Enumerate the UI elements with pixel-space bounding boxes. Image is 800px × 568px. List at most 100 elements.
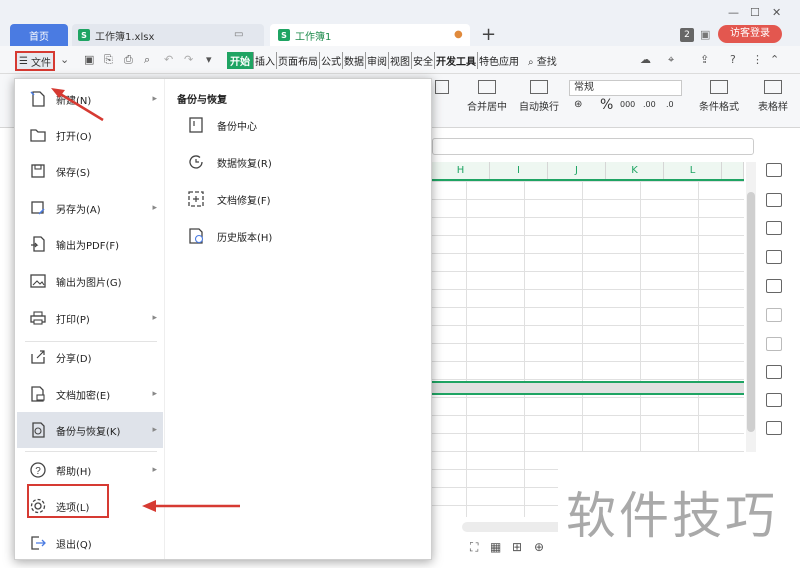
menu-item-share[interactable]: 分享(D) — [17, 339, 163, 375]
tab-security[interactable]: 安全 — [412, 52, 435, 69]
redo-icon[interactable]: ↷ — [184, 53, 193, 66]
tab-data[interactable]: 数据 — [343, 52, 366, 69]
column-header-h[interactable]: H — [432, 162, 490, 179]
submenu-backup-center-label: 备份中心 — [217, 121, 257, 133]
maximize-icon[interactable]: ☐ — [750, 6, 760, 19]
column-header-j[interactable]: J — [548, 162, 606, 179]
search-button[interactable]: ⌕ 查找 — [528, 53, 557, 68]
undo-icon[interactable]: ↶ — [164, 53, 173, 66]
print-quick-icon[interactable]: ⎙ — [124, 53, 133, 67]
menu-item-print-label: 打印(P) — [56, 314, 90, 326]
save-icon — [29, 162, 47, 180]
submenu-data-recovery-label: 数据恢复(R) — [217, 158, 272, 170]
menu-item-backup[interactable]: 备份与恢复(K) ▸ — [17, 412, 163, 448]
number-format-select[interactable]: 常规 — [569, 80, 682, 96]
minimize-icon[interactable]: — — [728, 6, 739, 19]
menu-item-help[interactable]: ? 帮助(H) ▸ — [17, 452, 163, 488]
decrease-decimal-icon[interactable]: .0 — [666, 100, 674, 109]
normal-view-icon[interactable]: ▦ — [490, 540, 501, 554]
window-count-badge[interactable]: 2 — [680, 28, 694, 42]
menu-item-save-as[interactable]: 另存为(A) ▸ — [17, 190, 163, 226]
image-icon[interactable] — [766, 365, 782, 379]
print-preview-icon[interactable]: ⌕ — [144, 53, 150, 67]
cloud-icon[interactable]: ☁ — [640, 53, 651, 66]
tab-start[interactable]: 开始 — [227, 52, 254, 69]
save-quick-icon[interactable]: ▣ — [84, 53, 94, 66]
menu-item-exit[interactable]: 退出(Q) — [17, 525, 163, 561]
submenu-doc-repair[interactable]: 文档修复(F) — [187, 189, 271, 209]
menu-item-encrypt[interactable]: 文档加密(E) ▸ — [17, 376, 163, 412]
format-painter-icon[interactable]: ⎘ — [104, 53, 113, 67]
fill-icon[interactable] — [766, 193, 782, 207]
tab-review[interactable]: 审阅 — [366, 52, 389, 69]
increase-decimal-icon[interactable]: .00 — [643, 100, 656, 109]
wrap-text-button[interactable]: 自动换行 — [516, 80, 562, 113]
table-icon[interactable] — [766, 221, 782, 235]
submenu-history[interactable]: 历史版本(H) — [187, 226, 272, 246]
column-header-l[interactable]: L — [664, 162, 722, 179]
tab-page-layout[interactable]: 页面布局 — [277, 52, 320, 69]
merge-center-button[interactable]: 合并居中 — [462, 80, 512, 113]
spreadsheet-logo-icon: S — [278, 29, 290, 41]
chevron-right-icon: ▸ — [152, 203, 157, 213]
help-toolbar-icon[interactable]: ? — [730, 53, 736, 66]
export-icon[interactable] — [766, 393, 782, 407]
formula-input[interactable] — [432, 138, 754, 155]
shape-icon[interactable] — [766, 163, 782, 177]
collapse-ribbon-icon[interactable]: ⌃ — [770, 53, 779, 66]
menu-item-export-pdf[interactable]: 输出为PDF(F) — [17, 226, 163, 262]
archive-icon[interactable] — [766, 421, 782, 435]
menu-item-print[interactable]: 打印(P) ▸ — [17, 300, 163, 336]
tab-developer[interactable]: 开发工具 — [435, 52, 478, 69]
chevron-down-icon[interactable]: ⌄ — [60, 53, 69, 66]
column-header-partial[interactable] — [722, 162, 744, 179]
chart-icon[interactable] — [766, 279, 782, 293]
submenu-backup-center[interactable]: 备份中心 — [187, 115, 257, 135]
more-icon[interactable]: ⋮ — [752, 53, 763, 66]
table-style-button[interactable]: 表格样 — [748, 80, 798, 113]
tab-formula[interactable]: 公式 — [320, 52, 343, 69]
tab-home[interactable]: 首页 — [10, 24, 68, 46]
search-label: 查找 — [536, 57, 557, 68]
thousands-icon[interactable]: 000 — [620, 100, 635, 109]
file-menu-button[interactable]: ☰ 文件 — [15, 51, 55, 71]
chevron-right-icon: ▸ — [152, 313, 157, 323]
align-icon[interactable] — [766, 308, 782, 322]
filter-icon[interactable] — [766, 250, 782, 264]
tab-workbook-active[interactable]: S 工作簿1 — [270, 24, 470, 46]
menu-item-export-image[interactable]: 输出为图片(G) — [17, 263, 163, 299]
selected-row-band[interactable] — [432, 381, 744, 395]
title-bar: 首页 S 工作簿1.xlsx ▭ S 工作簿1 ● + — ☐ ✕ 2 ▣ 访客… — [0, 0, 800, 46]
share-toolbar-icon[interactable]: ⇪ — [700, 53, 709, 66]
close-icon[interactable]: ✕ — [772, 6, 781, 19]
right-sidebar — [758, 155, 792, 445]
submenu-data-recovery[interactable]: 数据恢复(R) — [187, 152, 272, 172]
tab-features[interactable]: 特色应用 — [478, 52, 520, 69]
conditional-format-button[interactable]: 条件格式 — [694, 80, 744, 113]
merge-center-label: 合并居中 — [467, 102, 507, 113]
indent-icon[interactable] — [432, 80, 452, 98]
monitor-icon[interactable]: ▭ — [234, 29, 243, 40]
percent-button[interactable]: % — [600, 97, 613, 113]
fullscreen-icon[interactable]: ⛶ — [470, 540, 478, 555]
column-header-k[interactable]: K — [606, 162, 664, 179]
customize-icon[interactable]: ▾ — [206, 53, 212, 66]
image-export-icon — [29, 272, 47, 290]
backup-center-icon — [187, 116, 205, 134]
menu-item-save[interactable]: 保存(S) — [17, 153, 163, 189]
currency-icon[interactable]: ⊛ — [574, 99, 582, 110]
tab-insert[interactable]: 插入 — [254, 52, 277, 69]
page-layout-view-icon[interactable]: ⊞ — [512, 540, 522, 554]
column-header-i[interactable]: I — [490, 162, 548, 179]
tab-view[interactable]: 视图 — [389, 52, 412, 69]
location-icon[interactable]: ⌖ — [668, 53, 674, 67]
save-as-icon — [29, 199, 47, 217]
layout-icon[interactable]: ▣ — [700, 28, 710, 41]
new-tab-button[interactable]: + — [481, 24, 496, 46]
menu-bar: ☰ 文件 ⌄ ▣ ⎘ ⎙ ⌕ ↶ ↷ ▾ 开始 插入 页面布局 公式 数据 审阅… — [0, 46, 800, 74]
page-break-view-icon[interactable]: ⊕ — [534, 540, 544, 554]
guest-login-button[interactable]: 访客登录 — [718, 25, 782, 43]
paste-icon[interactable] — [766, 337, 782, 351]
watermark: 软件技巧 — [558, 452, 800, 568]
vertical-scroll-thumb[interactable] — [747, 192, 755, 432]
